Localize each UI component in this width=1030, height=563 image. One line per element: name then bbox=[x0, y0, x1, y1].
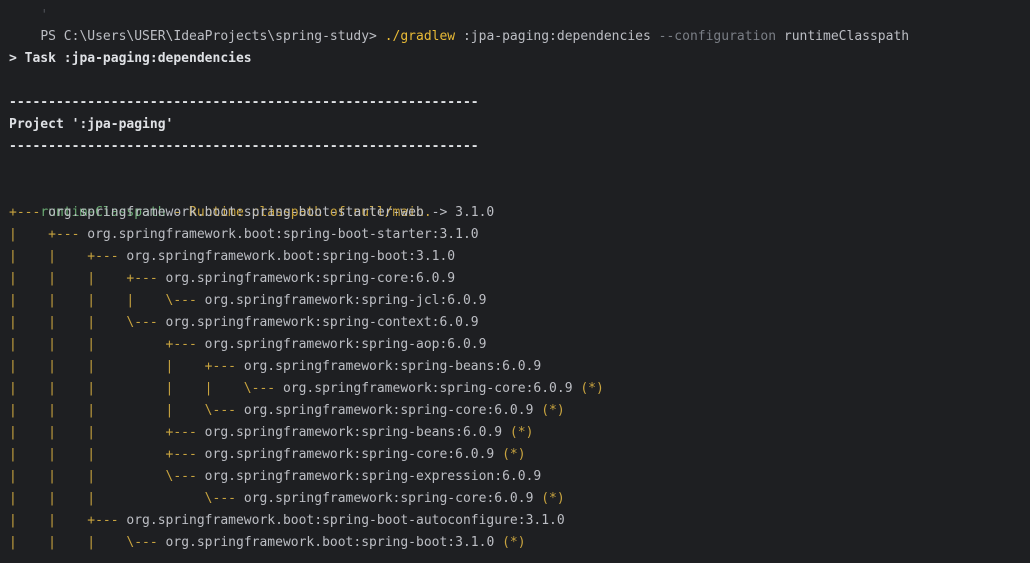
project-line: Project ':jpa-paging' bbox=[9, 117, 174, 132]
dependency-line: | | | | +--- org.springframework:spring-… bbox=[9, 356, 541, 378]
dependency-line: | | | +--- org.springframework:spring-co… bbox=[9, 268, 455, 290]
dependency-coordinate: org.springframework:spring-core:6.0.9 bbox=[243, 491, 534, 506]
omitted-marker: (*) bbox=[533, 403, 565, 418]
dependency-coordinate: org.springframework:spring-core:6.0.9 bbox=[282, 381, 573, 396]
tree-branch: | | | \--- bbox=[9, 535, 166, 550]
omitted-marker: (*) bbox=[494, 535, 526, 550]
dependency-line: | | | \--- org.springframework:spring-co… bbox=[9, 312, 479, 334]
dependency-coordinate: org.springframework:spring-core:6.0.9 bbox=[165, 271, 456, 286]
dependency-line: | | | | \--- org.springframework:spring-… bbox=[9, 290, 486, 312]
tree-branch: | | +--- bbox=[9, 513, 127, 528]
tree-branch: | +--- bbox=[9, 227, 88, 242]
dependency-coordinate: org.springframework.boot:spring-boot:3.1… bbox=[165, 535, 495, 550]
configuration-line: runtimeClasspath - Runtime classpath of … bbox=[9, 180, 431, 220]
prompt-prefix: PS C:\Users\USER\IdeaProjects\spring-stu… bbox=[40, 29, 385, 44]
omitted-marker: (*) bbox=[494, 447, 526, 462]
dependency-line: | | | \--- org.springframework.boot:spri… bbox=[9, 532, 526, 554]
dependency-coordinate: org.springframework.boot:spring-boot-sta… bbox=[48, 205, 495, 220]
omitted-marker: (*) bbox=[572, 381, 604, 396]
separator-bottom: ----------------------------------------… bbox=[9, 139, 479, 154]
dependency-coordinate: org.springframework:spring-beans:6.0.9 bbox=[243, 359, 542, 374]
tree-branch: | | | +--- bbox=[9, 425, 205, 440]
dependency-line: | | | \--- org.springframework:spring-ex… bbox=[9, 466, 541, 488]
dependency-line: | | | +--- org.springframework:spring-be… bbox=[9, 422, 533, 444]
terminal-window[interactable]: ' PS C:\Users\USER\IdeaProjects\spring-s… bbox=[0, 0, 1030, 563]
dependency-line: +--- org.springframework.boot:spring-boo… bbox=[9, 202, 494, 224]
tree-branch: | | | +--- bbox=[9, 447, 205, 462]
dependency-coordinate: org.springframework.boot:spring-boot-sta… bbox=[87, 227, 479, 242]
dependency-coordinate: org.springframework:spring-beans:6.0.9 bbox=[204, 425, 503, 440]
command-task: :jpa-paging:dependencies bbox=[455, 29, 659, 44]
tree-branch: | | +--- bbox=[9, 249, 127, 264]
tree-branch: | | | | +--- bbox=[9, 359, 244, 374]
dependency-coordinate: org.springframework:spring-core:6.0.9 bbox=[243, 403, 534, 418]
dependency-line: | | +--- org.springframework.boot:spring… bbox=[9, 510, 565, 532]
separator-top: ----------------------------------------… bbox=[9, 95, 479, 110]
dependency-line: | | | \--- org.springframework:spring-co… bbox=[9, 488, 565, 510]
tree-branch: | | | | | \--- bbox=[9, 381, 283, 396]
tree-branch: | | | | \--- bbox=[9, 293, 205, 308]
dependency-coordinate: org.springframework:spring-aop:6.0.9 bbox=[204, 337, 487, 352]
tree-branch: | | | | \--- bbox=[9, 403, 244, 418]
dependency-line: | +--- org.springframework.boot:spring-b… bbox=[9, 224, 479, 246]
command-line: PS C:\Users\USER\IdeaProjects\spring-stu… bbox=[9, 4, 909, 44]
command-option: --configuration bbox=[658, 29, 777, 44]
command-value: runtimeClasspath bbox=[776, 29, 910, 44]
command-name: ./gradlew bbox=[384, 29, 456, 44]
dependency-coordinate: org.springframework:spring-jcl:6.0.9 bbox=[204, 293, 487, 308]
dependency-coordinate: org.springframework:spring-expression:6.… bbox=[204, 469, 542, 484]
dependency-line: | | | | | \--- org.springframework:sprin… bbox=[9, 378, 604, 400]
tree-branch: | | | +--- bbox=[9, 337, 205, 352]
dependency-coordinate: org.springframework.boot:spring-boot:3.1… bbox=[126, 249, 456, 264]
tree-branch: | | | \--- bbox=[9, 491, 244, 506]
omitted-marker: (*) bbox=[502, 425, 534, 440]
task-line: > Task :jpa-paging:dependencies bbox=[9, 51, 252, 66]
dependency-coordinate: org.springframework.boot:spring-boot-aut… bbox=[126, 513, 565, 528]
dependency-coordinate: org.springframework:spring-context:6.0.9 bbox=[165, 315, 479, 330]
dependency-line: | | | | \--- org.springframework:spring-… bbox=[9, 400, 565, 422]
dependency-line: | | +--- org.springframework.boot:spring… bbox=[9, 246, 455, 268]
dependency-line: | | | +--- org.springframework:spring-co… bbox=[9, 444, 526, 466]
tree-branch: | | | \--- bbox=[9, 315, 166, 330]
dependency-coordinate: org.springframework:spring-core:6.0.9 bbox=[204, 447, 495, 462]
tree-branch: | | | +--- bbox=[9, 271, 166, 286]
tree-branch: +--- bbox=[9, 205, 49, 220]
omitted-marker: (*) bbox=[533, 491, 565, 506]
dependency-line: | | | +--- org.springframework:spring-ao… bbox=[9, 334, 486, 356]
tree-branch: | | | \--- bbox=[9, 469, 205, 484]
